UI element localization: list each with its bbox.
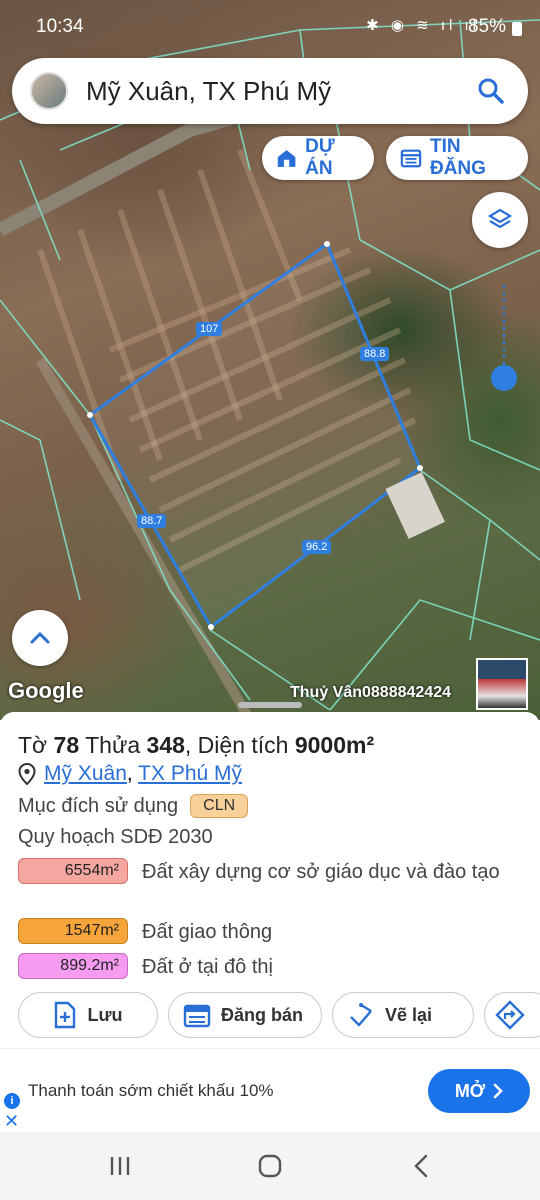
zone-label: Đất xây dựng cơ sở giáo dục và đào tạo bbox=[142, 861, 500, 883]
layers-icon bbox=[487, 208, 513, 229]
zone-label: Đất giao thông bbox=[142, 921, 273, 943]
chevron-up-icon bbox=[30, 631, 50, 644]
location-pin-icon bbox=[18, 763, 36, 785]
search-thumbnail bbox=[30, 72, 68, 110]
ad-banner[interactable]: i ✕ Thanh toán sớm chiết khấu 10% MỞ bbox=[0, 1048, 540, 1132]
zone-label: Đất ở tại đô thị bbox=[142, 956, 273, 978]
battery-icon bbox=[512, 22, 522, 36]
location-row: Mỹ Xuân, TX Phú Mỹ bbox=[18, 762, 242, 786]
ad-open-label: MỞ bbox=[454, 1080, 486, 1101]
redraw-button[interactable]: Vẽ lại bbox=[332, 992, 474, 1038]
watermark-text: Thuỷ Vân0888842424 bbox=[290, 684, 451, 701]
zone-row: 899.2m² Đất ở tại đô thị bbox=[18, 953, 502, 981]
chevron-right-icon bbox=[493, 1083, 504, 1099]
tin-dang-button[interactable]: TIN ĐĂNG bbox=[386, 136, 528, 180]
search-icon[interactable] bbox=[476, 76, 506, 106]
purpose-label: Mục đích sử dụng bbox=[18, 794, 179, 817]
purpose-row: Mục đích sử dụng CLN bbox=[18, 794, 249, 818]
status-icons: ✱ ◉ ≋ ıl ıl bbox=[366, 17, 480, 34]
zone-row: 1547m² Đất giao thông bbox=[18, 918, 502, 946]
home-icon[interactable] bbox=[258, 1154, 282, 1178]
purpose-badge: CLN bbox=[190, 794, 249, 818]
zone-area-chip: 1547m² bbox=[18, 918, 128, 944]
du-an-label: DỰ ÁN bbox=[305, 136, 335, 179]
tin-dang-label: TIN ĐĂNG bbox=[429, 136, 486, 179]
listing-icon bbox=[400, 149, 422, 168]
calendar-icon bbox=[183, 1004, 211, 1028]
parcel-area: 9000m² bbox=[294, 732, 375, 758]
parcel-number: 348 bbox=[146, 732, 185, 758]
search-bar[interactable]: Mỹ Xuân, TX Phú Mỹ bbox=[12, 58, 528, 124]
edge-label-left: 88.7 bbox=[137, 514, 167, 528]
ad-info-icon[interactable]: i bbox=[4, 1093, 20, 1109]
status-time: 10:34 bbox=[36, 16, 84, 37]
expand-sheet-button[interactable] bbox=[12, 610, 68, 666]
plan-title: Quy hoạch SDĐ 2030 bbox=[18, 826, 213, 848]
back-icon[interactable] bbox=[410, 1154, 434, 1178]
edge-label-top: 107 bbox=[196, 322, 223, 336]
watermark-photo bbox=[476, 658, 528, 710]
battery-level: 85% bbox=[467, 16, 506, 37]
layers-button[interactable] bbox=[472, 192, 528, 248]
directions-icon bbox=[495, 1000, 525, 1030]
save-label: Lưu bbox=[87, 1004, 123, 1025]
google-logo: Google bbox=[8, 678, 84, 703]
map-view[interactable]: 107 88.8 96.2 88.7 10:34 ✱ ◉ ≋ ıl ıl 85%… bbox=[0, 0, 540, 720]
draw-icon bbox=[350, 1003, 372, 1027]
parcel-info-sheet: Tờ 78 Thửa 348, Diện tích 9000m² Mỹ Xuân… bbox=[0, 702, 540, 1048]
redraw-label: Vẽ lại bbox=[385, 1004, 433, 1025]
save-button[interactable]: Lưu bbox=[18, 992, 158, 1038]
edge-label-right: 88.8 bbox=[360, 347, 390, 361]
status-bar: 10:34 ✱ ◉ ≋ ıl ıl 85% bbox=[0, 0, 540, 52]
location-sep: , bbox=[126, 762, 139, 785]
parcel-title: Tờ 78 Thửa 348, Diện tích 9000m² bbox=[18, 732, 374, 759]
house-icon bbox=[277, 150, 296, 167]
ad-open-button[interactable]: MỞ bbox=[428, 1069, 530, 1113]
drag-handle[interactable] bbox=[238, 702, 302, 708]
action-bar: Lưu Đăng bán Vẽ lại bbox=[0, 992, 540, 1042]
zone-row: 6554m² Đất xây dựng cơ sở giáo dục và đà… bbox=[18, 858, 502, 886]
zone-area-chip: 899.2m² bbox=[18, 953, 128, 979]
zone-area-chip: 6554m² bbox=[18, 858, 128, 884]
recent-apps-icon[interactable] bbox=[108, 1154, 132, 1178]
title-mid-2: , Diện tích bbox=[184, 732, 295, 758]
location-link-town[interactable]: TX Phú Mỹ bbox=[138, 762, 242, 785]
du-an-button[interactable]: DỰ ÁN bbox=[262, 136, 374, 180]
ad-text: Thanh toán sớm chiết khấu 10% bbox=[28, 1081, 274, 1100]
title-mid-1: Thửa bbox=[79, 732, 147, 758]
ad-close-icon[interactable]: ✕ bbox=[4, 1111, 19, 1132]
title-prefix: Tờ bbox=[18, 732, 54, 758]
directions-button[interactable] bbox=[484, 992, 540, 1038]
sell-label: Đăng bán bbox=[221, 1004, 304, 1025]
system-nav-bar bbox=[0, 1132, 540, 1200]
search-text[interactable]: Mỹ Xuân, TX Phú Mỹ bbox=[86, 76, 331, 107]
edge-label-bottom: 96.2 bbox=[302, 540, 332, 554]
sell-button[interactable]: Đăng bán bbox=[168, 992, 322, 1038]
add-file-icon bbox=[55, 1001, 76, 1029]
location-link-ward[interactable]: Mỹ Xuân bbox=[44, 762, 127, 785]
map-sheet-number: 78 bbox=[53, 732, 80, 758]
